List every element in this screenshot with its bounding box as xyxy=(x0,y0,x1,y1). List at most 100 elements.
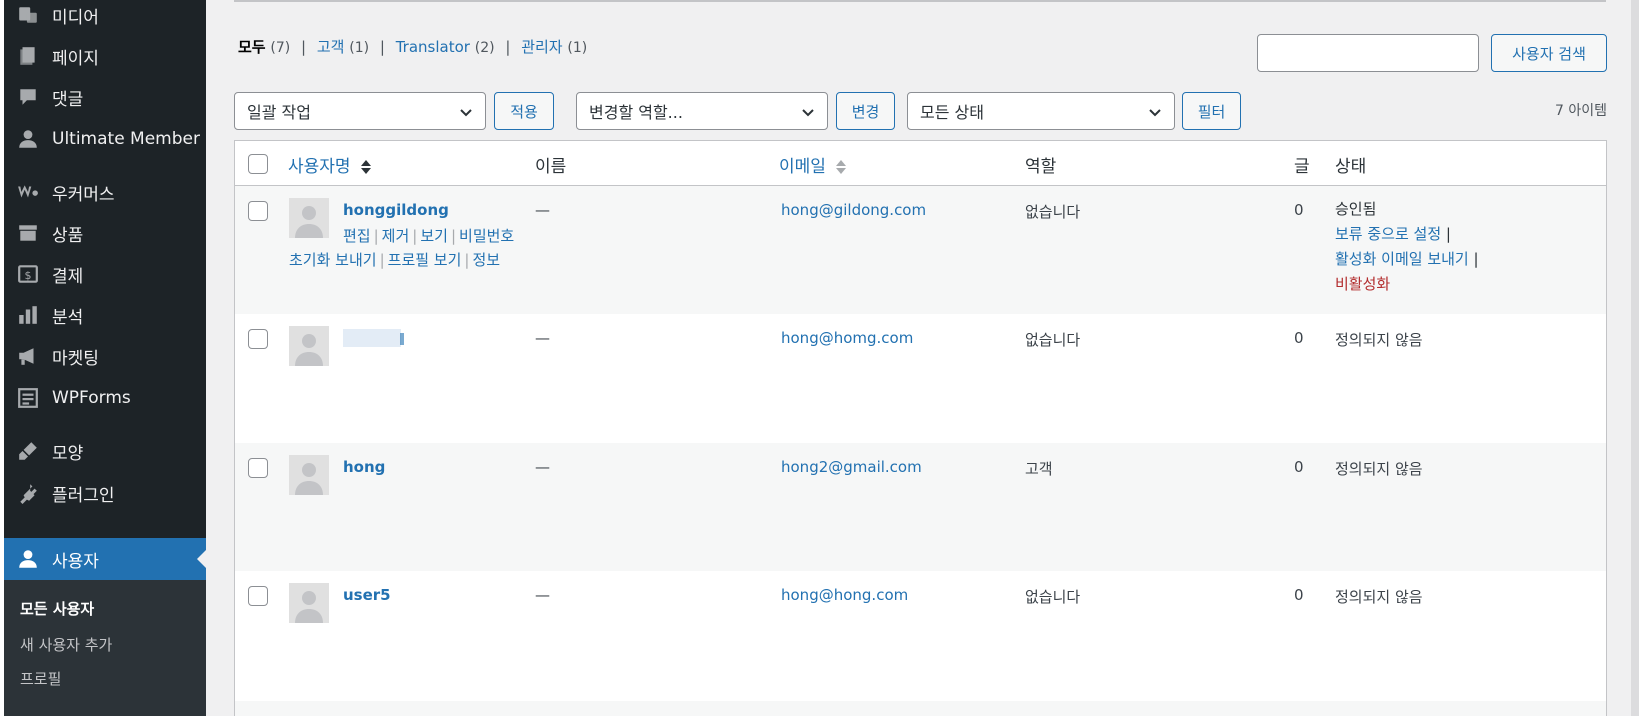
forms-icon xyxy=(14,384,42,412)
role-cell: 없습니다 xyxy=(1025,203,1081,221)
avatar xyxy=(289,455,329,495)
sidebar-item-woocommerce[interactable]: 우커머스 xyxy=(4,171,206,213)
select-all-checkbox[interactable] xyxy=(248,154,268,174)
posts-cell: 0 xyxy=(1294,201,1304,219)
sidebar-item-label: 분석 xyxy=(52,307,84,328)
sort-icon xyxy=(835,158,847,176)
filter-admin-link[interactable]: 관리자 xyxy=(521,38,562,56)
status-cell: 승인됨 보류 중으로 설정 | 활성화 이메일 보내기 | 비활성화 xyxy=(1335,197,1479,297)
info-link[interactable]: 정보 xyxy=(472,251,500,269)
name-cell: — xyxy=(535,586,550,604)
sidebar-item-label: 상품 xyxy=(52,225,84,246)
top-divider xyxy=(234,0,1606,2)
sidebar-item-appearance[interactable]: 모양 xyxy=(4,430,206,472)
edit-link[interactable]: 편집 xyxy=(343,227,371,245)
sidebar-item-media[interactable]: 미디어 xyxy=(4,0,206,36)
sidebar-item-users[interactable]: 사용자 xyxy=(4,538,206,580)
username-link[interactable]: user5 xyxy=(343,586,391,604)
posts-cell: 0 xyxy=(1294,458,1304,476)
payment-icon: $ xyxy=(14,260,42,288)
sidebar-item-analytics[interactable]: 분석 xyxy=(4,294,206,336)
media-icon xyxy=(14,1,42,29)
chevron-down-icon xyxy=(1148,105,1162,119)
sidebar-item-label: 미디어 xyxy=(52,7,99,28)
username-link[interactable]: hong xyxy=(343,458,385,476)
status-text: 정의되지 않음 xyxy=(1335,588,1423,606)
row-checkbox[interactable] xyxy=(248,329,268,349)
sort-asc-icon xyxy=(360,158,372,176)
search-users-button[interactable]: 사용자 검색 xyxy=(1491,34,1607,72)
column-email[interactable]: 이메일 xyxy=(779,152,847,177)
woocommerce-icon xyxy=(14,178,42,206)
filter-all-link[interactable]: 모두 xyxy=(238,38,266,56)
sidebar-item-label: 모양 xyxy=(52,443,84,464)
email-link[interactable]: hong2@gmail.com xyxy=(781,458,922,476)
sidebar-item-label: 댓글 xyxy=(52,89,84,110)
user-search-input[interactable] xyxy=(1257,34,1479,72)
column-posts: 글 xyxy=(1294,157,1310,177)
change-role-select[interactable]: 변경할 역할... xyxy=(576,92,828,130)
row-checkbox[interactable] xyxy=(248,586,268,606)
status-filter-select[interactable]: 모든 상태 xyxy=(907,92,1175,130)
role-cell: 없습니다 xyxy=(1025,588,1081,606)
sidebar-item-label: 사용자 xyxy=(52,551,99,572)
sidebar-item-label: 페이지 xyxy=(52,48,99,69)
table-row: hong — hong2@gmail.com 고객 0 정의되지 않음 xyxy=(235,443,1606,571)
sidebar-item-label: 우커머스 xyxy=(52,184,115,205)
column-username[interactable]: 사용자명 xyxy=(288,152,372,177)
sidebar-item-plugins[interactable]: 플러그인 xyxy=(4,472,206,514)
role-filter-links: 모두 (7) | 고객 (1) | Translator (2) | 관리자 (… xyxy=(238,36,587,57)
filter-separator: | xyxy=(505,38,511,56)
row-checkbox[interactable] xyxy=(248,201,268,221)
chart-bar-icon xyxy=(14,301,42,329)
avatar xyxy=(289,583,329,623)
apply-button[interactable]: 적용 xyxy=(494,92,554,130)
filter-separator: | xyxy=(379,38,385,56)
view-profile-link[interactable]: 프로필 보기 xyxy=(388,251,462,269)
sidebar-item-label: WPForms xyxy=(52,388,131,408)
users-icon xyxy=(14,545,42,573)
email-link[interactable]: hong@homg.com xyxy=(781,329,913,347)
sidebar-item-wpforms[interactable]: WPForms xyxy=(4,377,206,419)
row-checkbox[interactable] xyxy=(248,458,268,478)
user-icon xyxy=(14,125,42,153)
role-cell: 고객 xyxy=(1025,460,1053,478)
sidebar-item-payments[interactable]: $ 결제 xyxy=(4,253,206,295)
set-pending-link[interactable]: 보류 중으로 설정 xyxy=(1335,225,1441,243)
email-link[interactable]: hong@hong.com xyxy=(781,586,908,604)
submenu-all-users[interactable]: 모든 사용자 xyxy=(20,598,94,619)
submenu-profile[interactable]: 프로필 xyxy=(20,668,61,689)
change-role-button[interactable]: 변경 xyxy=(836,92,895,130)
sidebar-item-label: 마켓팅 xyxy=(52,348,99,369)
filter-translator-link[interactable]: Translator xyxy=(396,38,470,56)
filter-customer-count: (1) xyxy=(349,40,370,56)
redacted-username[interactable] xyxy=(343,329,404,347)
send-activation-link[interactable]: 활성화 이메일 보내기 xyxy=(1335,250,1469,268)
filter-customer-link[interactable]: 고객 xyxy=(317,38,345,56)
comment-icon xyxy=(14,83,42,111)
status-text: 정의되지 않음 xyxy=(1335,331,1423,349)
chevron-down-icon xyxy=(459,105,473,119)
sidebar-item-marketing[interactable]: 마켓팅 xyxy=(4,335,206,377)
admin-sidebar: 미디어 페이지 댓글 Ultimate Member 우커머스 상품 $ 결제 … xyxy=(0,0,206,716)
remove-link[interactable]: 제거 xyxy=(382,227,410,245)
submenu-add-user[interactable]: 새 사용자 추가 xyxy=(20,634,112,655)
row-actions: 편집 | 제거 | 보기 | 비밀번호 초기화 보내기 | 프로필 보기 | 정보 xyxy=(289,227,515,269)
email-link[interactable]: hong@gildong.com xyxy=(781,201,926,219)
change-role-value: 변경할 역할... xyxy=(589,103,683,122)
sidebar-item-products[interactable]: 상품 xyxy=(4,212,206,254)
page-icon xyxy=(14,42,42,70)
deactivate-link[interactable]: 비활성화 xyxy=(1335,275,1390,293)
filter-translator-count: (2) xyxy=(474,40,495,56)
bulk-action-select[interactable]: 일괄 작업 xyxy=(234,92,486,130)
username-link[interactable]: honggildong xyxy=(343,201,449,219)
window-scrollbar[interactable] xyxy=(1631,0,1639,716)
sidebar-item-comments[interactable]: 댓글 xyxy=(4,76,206,118)
posts-cell: 0 xyxy=(1294,586,1304,604)
megaphone-icon xyxy=(14,342,42,370)
filter-button[interactable]: 필터 xyxy=(1182,92,1241,130)
view-link[interactable]: 보기 xyxy=(420,227,448,245)
sidebar-item-pages[interactable]: 페이지 xyxy=(4,35,206,77)
plugin-icon xyxy=(14,479,42,507)
sidebar-item-ultimate-member[interactable]: Ultimate Member xyxy=(4,118,206,160)
